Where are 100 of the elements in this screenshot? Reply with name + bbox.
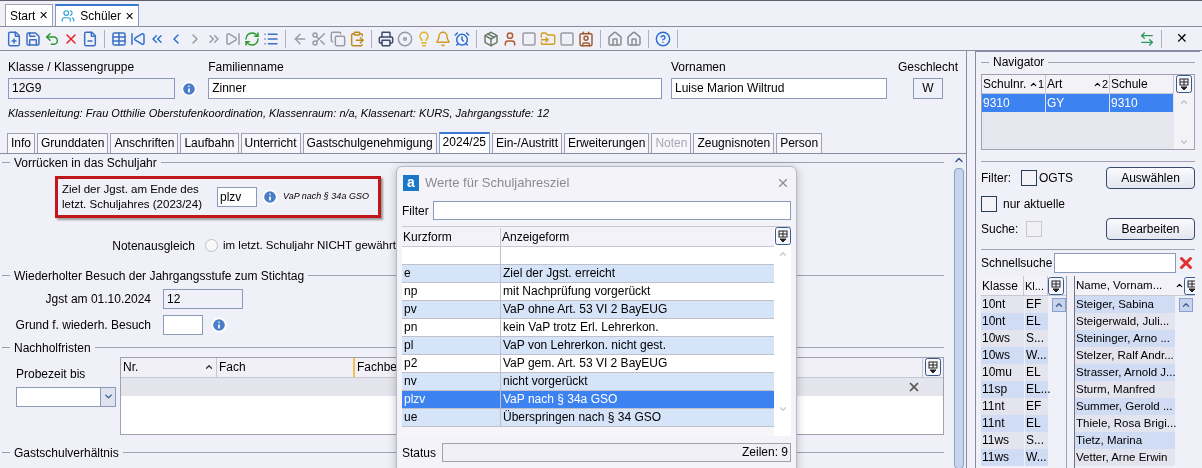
student-row[interactable]: Thiele, Rosa Brigi... — [1075, 415, 1175, 432]
document-tab[interactable]: Schüler ✕ — [55, 4, 140, 26]
column-header[interactable]: Schulnr. 1 — [982, 75, 1046, 93]
checkbox-label: nur aktuelle — [1003, 196, 1066, 213]
close-icon[interactable]: ✕ — [39, 7, 49, 24]
column-header[interactable]: Nr. — [121, 357, 217, 377]
school-row[interactable]: 9310 GY 9310 — [982, 94, 1174, 112]
dialog-title: Werte für Schuljahresziel — [425, 174, 570, 193]
folder-arrow-icon[interactable] — [540, 30, 556, 47]
sort-ascending-icon — [204, 362, 214, 372]
checkbox[interactable] — [981, 196, 997, 212]
table-icon[interactable] — [111, 30, 127, 47]
grade-field[interactable]: 12 — [163, 288, 243, 309]
close-icon[interactable]: ✕ — [125, 7, 135, 25]
cut-icon[interactable] — [311, 30, 327, 47]
student-row[interactable]: Tietz, Marina — [1075, 432, 1175, 449]
value-row[interactable]: plzv VaP nach § 34a GSO — [402, 391, 774, 409]
scroll-up-icon[interactable] — [1181, 300, 1191, 310]
column-chooser-icon[interactable] — [774, 227, 791, 245]
value-row[interactable]: ue Überspringen nach § 34 GSO — [402, 409, 774, 427]
student-row[interactable]: Vetter, Arne Erwin — [1075, 449, 1175, 466]
value-row[interactable]: e Ziel der Jgst. erreicht — [402, 265, 774, 283]
value-row[interactable]: np mit Nachprüfung vorgerückt — [402, 283, 774, 301]
column-header[interactable]: Kurzform — [402, 227, 501, 246]
house-icon[interactable] — [626, 30, 642, 47]
save-icon[interactable] — [25, 30, 41, 47]
target-hint: VaP nach § 34a GSO — [283, 189, 369, 203]
column-chooser-icon[interactable] — [1048, 276, 1064, 295]
package-icon[interactable] — [483, 30, 499, 47]
contact-card-icon[interactable] — [578, 30, 594, 47]
column-header[interactable]: Fach — [217, 357, 355, 377]
radio-button[interactable] — [205, 239, 218, 252]
close-icon[interactable]: ✕ — [1168, 28, 1196, 49]
scroll-up-icon[interactable] — [1054, 300, 1064, 310]
first-names-field[interactable]: Luise Marion Wiltrud — [671, 78, 887, 99]
column-chooser-icon[interactable] — [1184, 276, 1195, 295]
column-header[interactable]: Klasse — [981, 276, 1024, 295]
target-field[interactable]: plzv — [217, 186, 257, 207]
section-tab[interactable]: Person — [776, 132, 823, 153]
student-row[interactable]: Summer, Gerold ... — [1075, 398, 1175, 415]
swap-icon[interactable] — [1139, 30, 1155, 47]
filter-field[interactable] — [432, 201, 791, 220]
paste-icon[interactable] — [349, 30, 365, 47]
column-header[interactable]: Name, Vornam... — [1075, 276, 1175, 295]
first-record-icon[interactable] — [130, 30, 146, 47]
gender-field[interactable]: W — [913, 78, 943, 99]
radio-label: im letzt. Schuljahr NICHT gewährt — [223, 237, 396, 253]
document-tab[interactable]: Start ✕ — [5, 4, 54, 26]
class-field[interactable]: 12G9 — [8, 78, 175, 99]
value-row[interactable]: pl VaP von Lehrerkon. nicht gest. — [402, 337, 774, 355]
info-icon[interactable] — [262, 188, 278, 205]
value-row[interactable]: nv nicht vorgerückt — [402, 373, 774, 391]
info-icon[interactable] — [181, 80, 197, 97]
section-tab[interactable]: Unterricht — [240, 132, 301, 153]
section-tab[interactable]: Laufbahn — [180, 132, 239, 153]
section-tab[interactable]: Erweiterungen — [564, 132, 650, 153]
student-row[interactable]: Strasser, Arnold J... — [1075, 364, 1175, 381]
student-row[interactable]: Steininger, Arno ... — [1075, 330, 1175, 347]
section-tab[interactable]: Grunddaten — [37, 132, 109, 153]
close-icon[interactable] — [776, 176, 790, 190]
checkbox[interactable] — [1021, 170, 1037, 186]
value-row[interactable]: p2 VaP gem. Art. 53 VI 2 BayEUG — [402, 355, 774, 373]
copy-icon[interactable] — [330, 30, 346, 47]
column-chooser-icon[interactable] — [925, 358, 941, 376]
student-row[interactable]: Steigerwald, Juli... — [1075, 313, 1175, 330]
section-tab[interactable]: Zeugnisnoten — [693, 132, 775, 153]
form-minus-icon[interactable] — [82, 30, 98, 47]
last-record-icon[interactable] — [225, 30, 241, 47]
quick-search-field[interactable] — [1054, 253, 1176, 273]
edit-button[interactable]: Bearbeiten — [1106, 218, 1195, 240]
alarm-clock-icon[interactable] — [454, 30, 470, 47]
help-icon[interactable] — [655, 30, 671, 47]
refresh-icon[interactable] — [244, 30, 260, 47]
student-row[interactable]: Stelzer, Ralf Andr... — [1075, 347, 1175, 364]
select-button[interactable]: Auswählen — [1106, 167, 1195, 189]
info-icon[interactable] — [211, 316, 227, 333]
value-row[interactable]: pn kein VaP trotz Erl. Lehrerkon. — [402, 319, 774, 337]
section-tab[interactable]: 2024/25 — [438, 131, 490, 153]
house-icon[interactable] — [607, 30, 623, 47]
undo-icon[interactable] — [44, 30, 60, 47]
section-tab[interactable]: Info — [7, 132, 35, 153]
new-document-icon[interactable] — [6, 30, 22, 47]
field-label: Ziel der Jgst. am Ende des letzt. Schuljahres (2023/24) — [62, 181, 203, 212]
scrollbar[interactable] — [952, 153, 966, 468]
clear-search-icon[interactable] — [1177, 254, 1195, 272]
column-header[interactable]: Art 2 — [1046, 75, 1110, 93]
print-icon[interactable] — [378, 30, 394, 47]
section-tab[interactable]: Gastschulgenehmigung — [302, 132, 437, 153]
student-row[interactable]: Sturm, Manfred — [1075, 381, 1175, 398]
person-icon[interactable] — [502, 30, 518, 47]
bell-icon[interactable] — [435, 30, 451, 47]
reason-field[interactable] — [163, 314, 203, 335]
student-row[interactable]: Steiger, Sabina — [1075, 296, 1175, 313]
section-tab[interactable]: Anschriften — [110, 132, 179, 153]
column-chooser-icon[interactable] — [1176, 75, 1192, 93]
value-row[interactable]: pv VaP ohne Art. 53 VI 2 BayEUG — [402, 301, 774, 319]
date-dropdown[interactable] — [16, 386, 116, 407]
section-tab[interactable]: Ein-/Austritt — [492, 132, 562, 153]
column-header[interactable]: Anzeigeform — [501, 227, 774, 246]
last-name-field[interactable]: Zinner — [208, 78, 663, 99]
